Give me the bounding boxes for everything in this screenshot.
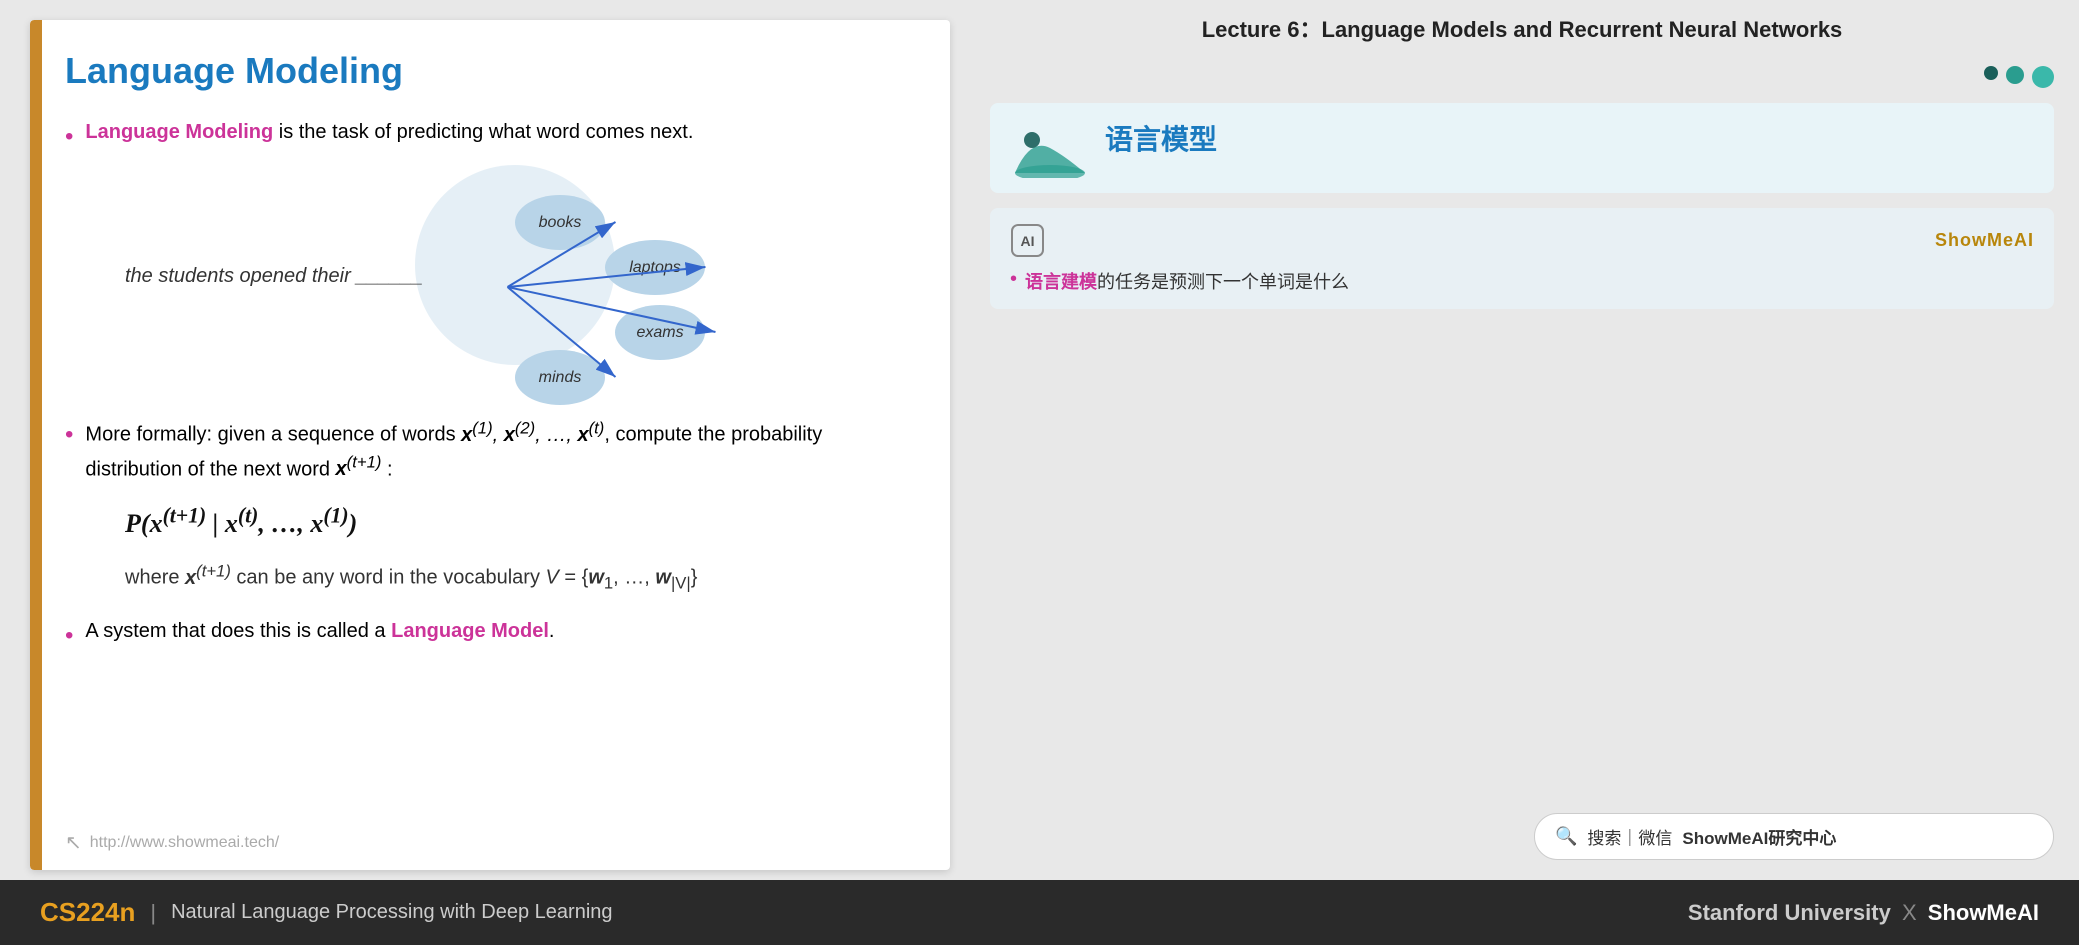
lecture-title: Lecture 6：Language Models and Recurrent … [990, 15, 2054, 46]
large-circle [415, 165, 615, 365]
bullet-text-3: A system that does this is called a Lang… [85, 616, 554, 646]
bullet-text-1: Language Modeling is the task of predict… [85, 117, 693, 147]
teal-dot-3 [2032, 66, 2054, 88]
prediction-diagram: the students opened their ______ books l… [125, 175, 910, 395]
bubble-laptops: laptops [605, 240, 705, 295]
cursor-icon: ↖ [65, 830, 82, 855]
svg-text:AI: AI [1021, 233, 1035, 249]
showmeai-text: ShowMeAI [1928, 900, 2039, 925]
showmeai-brand-translation: ShowMeAI [1935, 230, 2034, 251]
bullet-dot-1: • [65, 119, 73, 155]
translation-header: AI ShowMeAI [1010, 223, 2034, 258]
translation-rest: 的任务是预测下一个单词是什么 [1097, 272, 1349, 292]
bullet-item-3: • A system that does this is called a La… [65, 616, 910, 654]
bottom-bar: CS224n | Natural Language Processing wit… [0, 880, 2079, 945]
teal-dots [990, 66, 2054, 88]
math-formula: P(x(t+1) | x(t), …, x(1)) [125, 499, 357, 543]
ai-icon: AI [1010, 223, 1045, 258]
footer-url: http://www.showmeai.tech/ [90, 834, 279, 852]
translation-bullet: • 语言建模的任务是预测下一个单词是什么 [1010, 268, 2034, 294]
bottom-right: Stanford University X ShowMeAI [1688, 900, 2039, 926]
bottom-left: CS224n | Natural Language Processing wit… [40, 897, 613, 928]
bullet-item-1: • Language Modeling is the task of predi… [65, 117, 910, 155]
bubble-books: books [515, 195, 605, 250]
teal-dot-2 [2006, 66, 2024, 84]
bullet-dot-3: • [65, 618, 73, 654]
slide-content: Language Modeling • Language Modeling is… [30, 20, 950, 694]
bullet-list-2: • More formally: given a sequence of wor… [65, 415, 910, 654]
bubble-exams: exams [615, 305, 705, 360]
bullet-1-rest: is the task of predicting what word come… [279, 121, 694, 143]
course-code: CS224n [40, 897, 135, 928]
translation-highlight: 语言建模 [1025, 272, 1097, 292]
course-separator: | [150, 900, 156, 926]
teal-dot-1 [1984, 66, 1998, 80]
translation-card: AI ShowMeAI • 语言建模的任务是预测下一个单词是什么 [990, 208, 2054, 309]
language-modeling-highlight: Language Modeling [85, 121, 273, 143]
right-panel: Lecture 6：Language Models and Recurrent … [970, 0, 2079, 880]
bullet-list: • Language Modeling is the task of predi… [65, 117, 910, 155]
slide-title: Language Modeling [65, 50, 910, 92]
bullet-item-2: • More formally: given a sequence of wor… [65, 415, 910, 596]
stanford-text: Stanford University [1688, 900, 1891, 925]
search-text: 搜索｜微信 [1587, 824, 1672, 849]
math-where: where x(t+1) can be any word in the voca… [125, 558, 697, 596]
search-bar-container: 🔍 搜索｜微信 ShowMeAI研究中心 [990, 813, 2054, 870]
x-separator: X [1902, 900, 1923, 925]
main-container: Language Modeling • Language Modeling is… [0, 0, 2079, 945]
search-icon: 🔍 [1555, 826, 1577, 847]
translation-dot: • [1010, 268, 1017, 291]
slide-footer: ↖ http://www.showmeai.tech/ [65, 830, 279, 855]
slide-panel: Language Modeling • Language Modeling is… [30, 20, 950, 870]
bullet-dot-2: • [65, 417, 73, 453]
search-bar[interactable]: 🔍 搜索｜微信 ShowMeAI研究中心 [1534, 813, 2054, 860]
translation-text: 语言建模的任务是预测下一个单词是什么 [1025, 268, 1349, 294]
sentence-text: the students opened their ______ [125, 265, 423, 288]
slide-left-bar [30, 20, 42, 870]
course-name: Natural Language Processing with Deep Le… [171, 901, 612, 924]
search-brand-text: ShowMeAI研究中心 [1682, 824, 1836, 849]
language-model-highlight: Language Model [391, 620, 549, 642]
landscape-icon [1010, 118, 1090, 178]
bubble-minds: minds [515, 350, 605, 405]
bullet-text-2: More formally: given a sequence of words… [85, 415, 910, 484]
chinese-card: 语言模型 [990, 103, 2054, 193]
chinese-title: 语言模型 [1105, 118, 1217, 158]
content-area: Language Modeling • Language Modeling is… [0, 0, 2079, 880]
